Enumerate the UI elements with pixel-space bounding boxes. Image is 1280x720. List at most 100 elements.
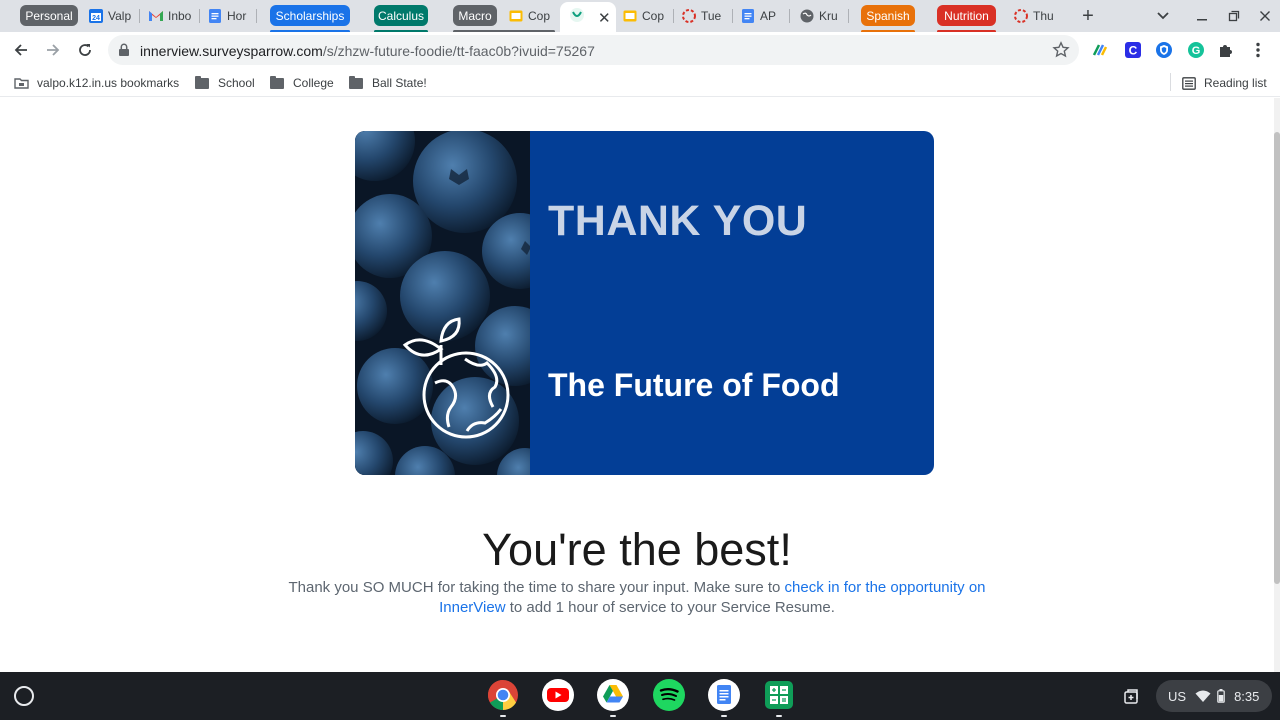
launcher-icon[interactable] [14, 686, 34, 706]
tab-active-surveysparrow[interactable]: ✕ [560, 2, 616, 33]
tab-group-label: Personal [25, 8, 73, 23]
earth-sprout-icon [402, 317, 510, 439]
google-slides-icon [508, 8, 524, 24]
address-bar[interactable]: innerview.surveysparrow.com/s/zhzw-futur… [108, 35, 1079, 65]
tab-title: Valp [108, 9, 132, 23]
blueberries-image [355, 131, 530, 475]
page-scrollbar[interactable] [1274, 98, 1280, 672]
close-icon[interactable]: ✕ [598, 9, 611, 27]
running-indicator [610, 715, 616, 717]
tab-search-icon[interactable] [1151, 4, 1175, 28]
folder-icon [349, 75, 363, 89]
input-method-label: US [1168, 688, 1187, 704]
google-drive-icon[interactable] [596, 678, 630, 712]
more-menu-icon[interactable] [1249, 41, 1267, 59]
bookmark-folder-ball-state[interactable]: Ball State! [349, 75, 427, 91]
shield-extension-icon[interactable] [1155, 41, 1173, 59]
url-path: /s/zhzw-future-foodie/tt-faac0b?ivuid=75… [322, 43, 595, 59]
tab-title: AP [760, 9, 777, 23]
tab-tue[interactable]: Tue [681, 0, 733, 32]
wifi-icon [1195, 689, 1211, 703]
google-docs-icon [207, 8, 223, 24]
tab-ap[interactable]: AP [740, 0, 790, 32]
google-docs-icon [740, 8, 756, 24]
banner-title: THANK YOU [548, 197, 808, 245]
chrome-icon[interactable] [486, 678, 520, 712]
youtube-icon[interactable] [541, 678, 575, 712]
tab-home[interactable]: Hor [207, 0, 257, 32]
tab-title: Kru [819, 9, 838, 23]
bookmark-label: School [218, 76, 255, 90]
web-page: THANK YOU The Future of Food You're the … [0, 98, 1274, 672]
tab-title: Thu [1033, 9, 1054, 23]
managed-folder-icon [14, 77, 29, 89]
tab-group-spanish[interactable]: Spanish [861, 5, 915, 26]
tab-title: Hor [227, 9, 247, 23]
tab-group-label: Calculus [377, 8, 425, 23]
tab-title: Tue [701, 9, 722, 23]
bookmark-folder-school[interactable]: School [195, 75, 255, 91]
tab-group-calculus[interactable]: Calculus [374, 5, 428, 26]
tab-kru[interactable]: Kru [799, 0, 849, 32]
reading-list-label: Reading list [1204, 76, 1267, 90]
surveysparrow-icon [569, 7, 585, 28]
bookmark-valpo[interactable]: valpo.k12.in.us bookmarks [14, 75, 179, 91]
browser-toolbar: innerview.surveysparrow.com/s/zhzw-futur… [0, 32, 1280, 68]
folder-icon [195, 75, 209, 89]
page-headline: You're the best! [482, 524, 792, 575]
tab-title: Cop [528, 9, 551, 23]
google-slides-icon [622, 8, 638, 24]
running-indicator [500, 715, 506, 717]
tab-copy-2[interactable]: Cop [622, 0, 674, 32]
spotify-icon[interactable] [652, 678, 686, 712]
google-docs-icon[interactable] [707, 678, 741, 712]
reading-list-icon [1182, 76, 1196, 90]
status-tray[interactable]: US 8:35 [1156, 680, 1272, 712]
svg-text:G: G [1192, 45, 1201, 57]
close-window-icon[interactable] [1253, 4, 1277, 28]
bookmark-label: valpo.k12.in.us bookmarks [37, 76, 180, 90]
tab-group-personal[interactable]: Personal [20, 5, 78, 26]
minimize-icon[interactable] [1190, 4, 1214, 28]
bookmark-label: College [293, 76, 334, 90]
bookmark-folder-college[interactable]: College [270, 75, 334, 91]
svg-text:C: C [1129, 44, 1138, 58]
puzzle-extensions-icon[interactable] [1217, 41, 1235, 59]
loading-icon [681, 8, 697, 24]
grammarly-icon[interactable]: G [1187, 41, 1205, 59]
tab-group-nutrition[interactable]: Nutrition [937, 5, 996, 26]
tab-group-macro[interactable]: Macro [453, 5, 497, 26]
bookmarks-bar: valpo.k12.in.us bookmarks School College… [0, 68, 1280, 97]
thank-you-banner: THANK YOU The Future of Food [355, 131, 934, 475]
bookmark-star-icon[interactable] [1052, 41, 1070, 64]
thank-you-message: Thank you SO MUCH for taking the time to… [265, 578, 1009, 618]
svg-text:24: 24 [92, 15, 100, 22]
extension-icon[interactable] [1091, 41, 1109, 59]
tab-inbox[interactable]: Inbo [148, 0, 200, 32]
tab-group-label: Macro [458, 8, 492, 23]
folder-icon [270, 75, 284, 89]
tab-strip: Personal 24 Valp Inbo Hor Scholarships C… [0, 0, 1280, 33]
tote-icon[interactable] [1117, 682, 1145, 710]
canvas-extension-icon[interactable]: C [1124, 41, 1142, 59]
reading-list-button[interactable]: Reading list [1182, 75, 1267, 91]
tab-group-label: Scholarships [275, 8, 345, 23]
lock-icon[interactable] [118, 43, 130, 62]
running-indicator [721, 715, 727, 717]
tab-copy[interactable]: Cop [508, 0, 556, 32]
tab-valpo[interactable]: 24 Valp [88, 0, 140, 32]
google-sheets-icon[interactable] [762, 678, 796, 712]
divider [1170, 73, 1171, 91]
url-text[interactable]: innerview.surveysparrow.com/s/zhzw-futur… [140, 43, 595, 59]
reload-icon[interactable] [73, 38, 97, 62]
forward-icon[interactable] [41, 38, 65, 62]
restore-icon[interactable] [1222, 4, 1246, 28]
tab-thu[interactable]: Thu [1013, 0, 1065, 32]
message-text: to add 1 hour of service to your Service… [505, 599, 835, 616]
scrollbar-thumb[interactable] [1274, 132, 1280, 584]
tab-group-scholarships[interactable]: Scholarships [270, 5, 350, 26]
url-host: innerview.surveysparrow.com [140, 43, 323, 59]
back-icon[interactable] [9, 38, 33, 62]
tab-group-label: Nutrition [944, 8, 989, 23]
new-tab-icon[interactable]: + [1076, 4, 1100, 28]
